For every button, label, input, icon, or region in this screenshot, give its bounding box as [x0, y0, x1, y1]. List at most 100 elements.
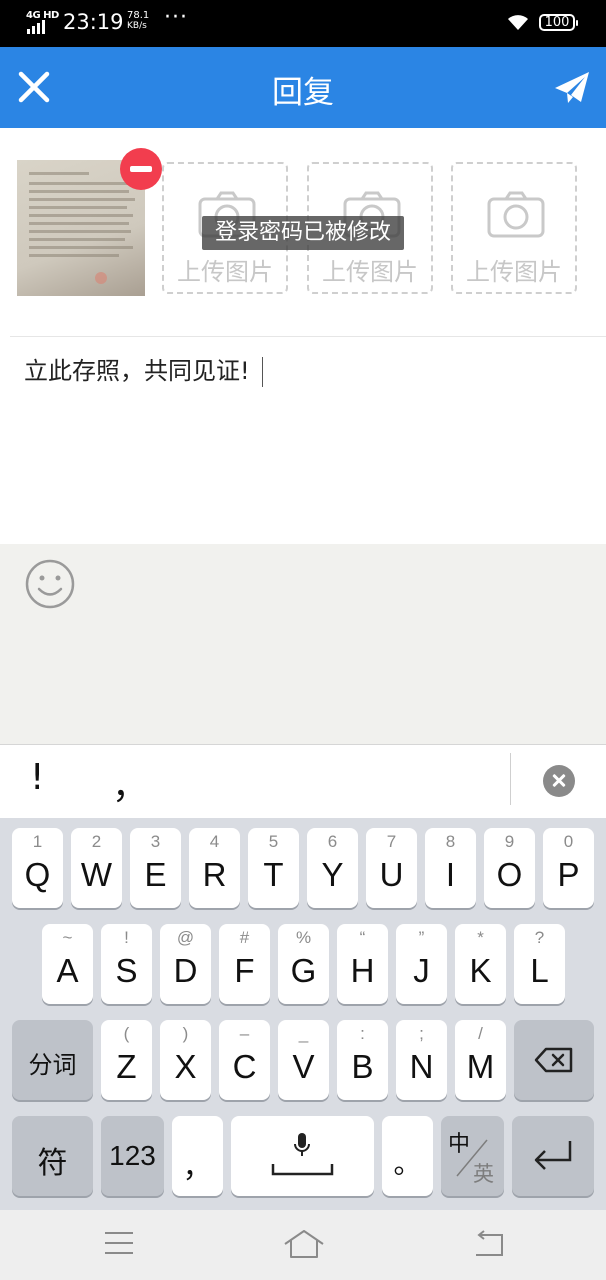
key-label: 符	[37, 1146, 68, 1181]
key-sub: #	[239, 928, 250, 947]
key-sub: *	[477, 928, 484, 947]
key-j[interactable]: ” J	[396, 924, 447, 1004]
key-label: 123	[109, 1140, 156, 1171]
key-a[interactable]: ~ A	[42, 924, 93, 1004]
key-label: S	[115, 952, 138, 989]
key-v[interactable]: _ V	[278, 1020, 329, 1100]
key-n[interactable]: ; N	[396, 1020, 447, 1100]
key-u[interactable]: 7U	[366, 828, 417, 908]
space-key[interactable]	[231, 1116, 374, 1196]
back-icon[interactable]	[472, 1230, 504, 1258]
candidate-item[interactable]: !	[30, 757, 44, 798]
key-r[interactable]: 4R	[189, 828, 240, 908]
key-i[interactable]: 8I	[425, 828, 476, 908]
key-l[interactable]: ? L	[514, 924, 565, 1004]
home-icon[interactable]	[283, 1229, 325, 1259]
enter-key[interactable]	[512, 1116, 594, 1196]
space-bar-icon	[271, 1164, 334, 1176]
clear-candidates-icon[interactable]	[543, 765, 575, 797]
key-o[interactable]: 9O	[484, 828, 535, 908]
key-g[interactable]: % G	[278, 924, 329, 1004]
menu-icon[interactable]	[104, 1230, 134, 1256]
remove-photo-button[interactable]	[120, 148, 162, 190]
key-label: U	[379, 856, 404, 893]
key-y[interactable]: 6Y	[307, 828, 358, 908]
key-label: 分词	[28, 1051, 77, 1079]
key-sub: (	[123, 1024, 130, 1043]
comma-key[interactable]: ，	[172, 1116, 223, 1196]
period-key[interactable]: 。	[382, 1116, 433, 1196]
network-speed: 78.1 KB/s	[127, 10, 149, 32]
key-label: G	[290, 952, 317, 989]
key-t[interactable]: 5T	[248, 828, 299, 908]
key-sub: %	[295, 928, 312, 947]
key-label: Z	[116, 1048, 137, 1085]
key-c[interactable]: – C	[219, 1020, 270, 1100]
key-label: A	[56, 952, 79, 989]
key-sub: 3	[150, 832, 161, 851]
smiley-icon[interactable]	[24, 558, 76, 610]
key-e[interactable]: 3E	[130, 828, 181, 908]
key-z[interactable]: (Z	[101, 1020, 152, 1100]
number-key[interactable]: 123	[101, 1116, 164, 1196]
key-k[interactable]: * K	[455, 924, 506, 1004]
key-sub: ~	[62, 928, 73, 947]
clock: 23:19	[63, 10, 124, 34]
key-d[interactable]: @ D	[160, 924, 211, 1004]
key-sub: 0	[563, 832, 574, 851]
key-label: E	[144, 856, 167, 893]
key-s[interactable]: ! S	[101, 924, 152, 1004]
key-x[interactable]: ) X	[160, 1020, 211, 1100]
reply-text-wrapper: 立此存照，共同见证!	[24, 351, 263, 387]
app-header: 回复	[0, 47, 606, 128]
key-sub: 2	[91, 832, 102, 851]
page-title: 回复	[272, 75, 334, 111]
key-sub: 9	[504, 832, 515, 851]
candidate-item[interactable]: ，	[112, 757, 148, 809]
symbol-key[interactable]: 符	[12, 1116, 93, 1196]
enter-icon	[534, 1141, 572, 1170]
wifi-icon	[508, 15, 528, 30]
text-caret	[261, 357, 263, 387]
emoji-panel	[0, 544, 606, 744]
key-m[interactable]: / M	[455, 1020, 506, 1100]
key-sub: “	[359, 928, 366, 947]
key-sub: 4	[209, 832, 220, 851]
key-label: D	[173, 952, 198, 989]
key-sub: !	[124, 928, 129, 947]
segment-key[interactable]: 分词	[12, 1020, 93, 1100]
upload-photo-label: 上传图片	[177, 258, 273, 286]
key-label: B	[351, 1048, 374, 1085]
key-sub: 5	[268, 832, 279, 851]
signal-icon	[27, 20, 45, 34]
key-label: F	[234, 952, 255, 989]
camera-icon	[487, 191, 545, 238]
key-b[interactable]: :B	[337, 1020, 388, 1100]
upload-photo-slot-3[interactable]: 上传图片	[451, 162, 577, 294]
key-sub: ?	[534, 928, 545, 947]
keyboard: 1Q 2W 3E 4R 5T 6Y 7U 8I 9O 0P ~ A ! S @ D #…	[0, 818, 606, 1210]
stamp-mark	[95, 272, 107, 284]
key-f[interactable]: # F	[219, 924, 270, 1004]
status-bar: 4G HD 23:19 78.1 KB/s ··· 100	[0, 0, 606, 47]
key-sub: ”	[418, 928, 425, 947]
key-label: X	[174, 1048, 197, 1085]
candidate-bar: ! ，	[0, 744, 606, 819]
backspace-key[interactable]	[514, 1020, 594, 1100]
lang-en-label: 英	[473, 1162, 494, 1186]
key-p[interactable]: 0P	[543, 828, 594, 908]
key-h[interactable]: “H	[337, 924, 388, 1004]
key-label: L	[530, 952, 549, 989]
language-switch-key[interactable]: 中 英	[441, 1116, 504, 1196]
paper-plane-icon[interactable]	[554, 71, 590, 105]
key-sub: 8	[445, 832, 456, 851]
upload-photo-label: 上传图片	[322, 258, 418, 286]
network-speed-value: 78.1	[127, 10, 150, 21]
toast-message: 登录密码已被修改	[202, 216, 404, 250]
key-label: V	[292, 1048, 315, 1085]
key-label: 。	[393, 1147, 422, 1180]
key-w[interactable]: 2W	[71, 828, 122, 908]
key-q[interactable]: 1Q	[12, 828, 63, 908]
reply-text-input[interactable]: 立此存照，共同见证!	[0, 337, 606, 544]
key-sub: ;	[419, 1024, 424, 1043]
